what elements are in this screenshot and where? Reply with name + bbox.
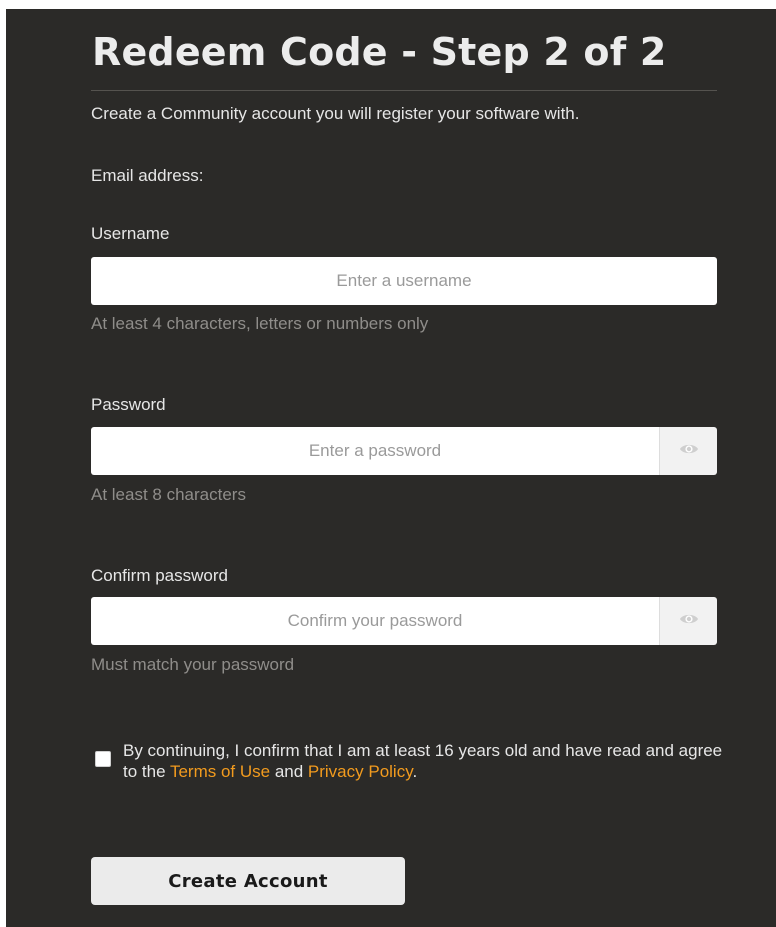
terms-of-use-link[interactable]: Terms of Use: [170, 762, 270, 781]
privacy-policy-link[interactable]: Privacy Policy: [308, 762, 413, 781]
title-divider: [91, 90, 717, 91]
agreement-checkbox[interactable]: [95, 751, 111, 767]
registration-panel: Redeem Code - Step 2 of 2 Create a Commu…: [6, 9, 776, 927]
password-hint: At least 8 characters: [91, 485, 246, 504]
email-label: Email address:: [91, 166, 204, 185]
confirm-password-input[interactable]: [91, 597, 659, 645]
agreement-text-after: .: [412, 762, 418, 781]
username-input[interactable]: [91, 257, 717, 305]
eye-icon: [679, 612, 699, 631]
confirm-password-label: Confirm password: [91, 566, 228, 585]
show-password-button[interactable]: [659, 427, 717, 475]
agreement-text: By continuing, I confirm that I am at le…: [123, 740, 723, 782]
page-title: Redeem Code - Step 2 of 2: [92, 30, 667, 74]
username-hint: At least 4 characters, letters or number…: [91, 314, 429, 333]
password-label: Password: [91, 395, 166, 414]
username-label: Username: [91, 224, 170, 243]
agreement-text-middle: and: [270, 762, 308, 781]
eye-icon: [679, 442, 699, 461]
show-confirm-password-button[interactable]: [659, 597, 717, 645]
confirm-password-hint: Must match your password: [91, 655, 295, 674]
page-subtitle: Create a Community account you will regi…: [91, 104, 580, 123]
create-account-button[interactable]: Create Account: [91, 857, 405, 905]
password-input[interactable]: [91, 427, 659, 475]
